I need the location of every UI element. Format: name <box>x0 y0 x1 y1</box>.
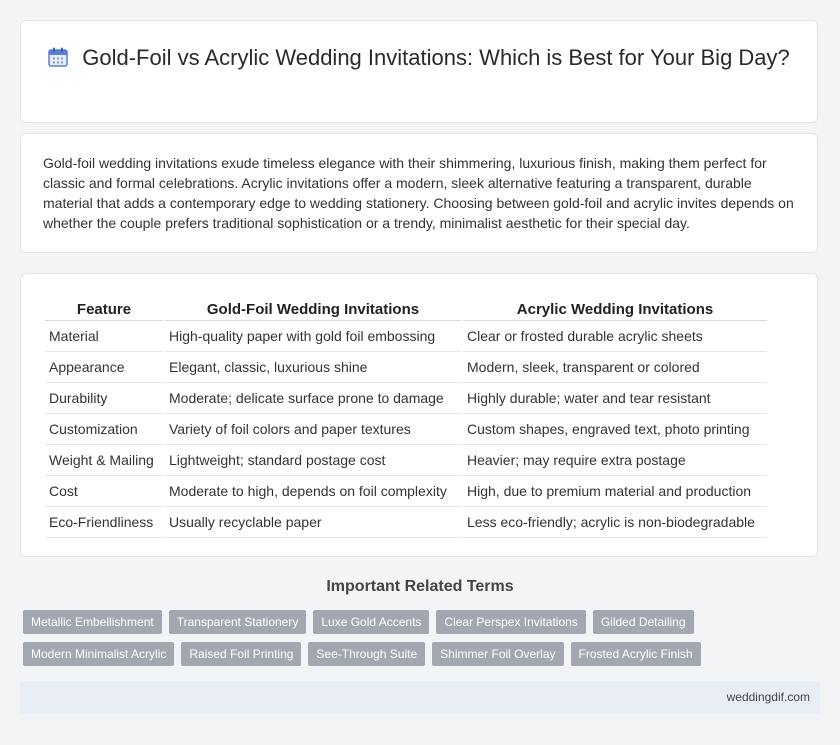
title-card: Gold-Foil vs Acrylic Wedding Invitations… <box>20 20 818 123</box>
row-gold-foil: Elegant, classic, luxurious shine <box>165 352 461 383</box>
footer: weddingdif.com <box>20 681 820 714</box>
row-acrylic: High, due to premium material and produc… <box>463 476 767 507</box>
row-feature: Cost <box>45 476 163 507</box>
related-terms-title: Important Related Terms <box>326 578 514 595</box>
footer-site-link[interactable]: weddingdif.com <box>727 690 810 704</box>
related-terms-tags: Metallic Embellishment Transparent Stati… <box>23 610 823 674</box>
intro-card: Gold-foil wedding invitations exude time… <box>20 133 818 253</box>
row-feature: Appearance <box>45 352 163 383</box>
row-acrylic: Custom shapes, engraved text, photo prin… <box>463 414 767 445</box>
related-term-tag[interactable]: Shimmer Foil Overlay <box>432 642 564 666</box>
related-term-tag[interactable]: See-Through Suite <box>308 642 426 666</box>
row-acrylic: Heavier; may require extra postage <box>463 445 767 476</box>
table-header-row: Feature Gold-Foil Wedding Invitations Ac… <box>45 298 767 321</box>
row-gold-foil: Moderate; delicate surface prone to dama… <box>165 383 461 414</box>
related-term-tag[interactable]: Transparent Stationery <box>168 610 307 634</box>
row-feature: Eco-Friendliness <box>45 507 163 538</box>
related-term-tag[interactable]: Gilded Detailing <box>592 610 694 634</box>
related-term-tag[interactable]: Luxe Gold Accents <box>313 610 430 634</box>
header-acrylic: Acrylic Wedding Invitations <box>463 298 767 321</box>
comparison-card: Feature Gold-Foil Wedding Invitations Ac… <box>20 273 818 557</box>
table-row: Weight & Mailing Lightweight; standard p… <box>45 445 767 476</box>
row-gold-foil: Usually recyclable paper <box>165 507 461 538</box>
related-term-tag[interactable]: Modern Minimalist Acrylic <box>23 642 175 666</box>
row-gold-foil: Variety of foil colors and paper texture… <box>165 414 461 445</box>
intro-paragraph: Gold-foil wedding invitations exude time… <box>43 155 794 231</box>
row-acrylic: Modern, sleek, transparent or colored <box>463 352 767 383</box>
page-title: Gold-Foil vs Acrylic Wedding Invitations… <box>82 45 790 70</box>
row-feature: Weight & Mailing <box>45 445 163 476</box>
table-row: Material High-quality paper with gold fo… <box>45 321 767 352</box>
row-acrylic: Highly durable; water and tear resistant <box>463 383 767 414</box>
table-row: Appearance Elegant, classic, luxurious s… <box>45 352 767 383</box>
related-term-tag[interactable]: Raised Foil Printing <box>181 642 302 666</box>
row-feature: Material <box>45 321 163 352</box>
row-acrylic: Clear or frosted durable acrylic sheets <box>463 321 767 352</box>
table-row: Durability Moderate; delicate surface pr… <box>45 383 767 414</box>
related-term-tag[interactable]: Clear Perspex Invitations <box>436 610 586 634</box>
row-feature: Durability <box>45 383 163 414</box>
row-gold-foil: Lightweight; standard postage cost <box>165 445 461 476</box>
header-gold-foil: Gold-Foil Wedding Invitations <box>165 298 461 321</box>
tag-row: Modern Minimalist Acrylic Raised Foil Pr… <box>23 642 823 666</box>
related-term-tag[interactable]: Frosted Acrylic Finish <box>570 642 701 666</box>
related-term-tag[interactable]: Metallic Embellishment <box>23 610 162 634</box>
table-row: Eco-Friendliness Usually recyclable pape… <box>45 507 767 538</box>
table-row: Cost Moderate to high, depends on foil c… <box>45 476 767 507</box>
row-gold-foil: Moderate to high, depends on foil comple… <box>165 476 461 507</box>
row-gold-foil: High-quality paper with gold foil emboss… <box>165 321 461 352</box>
header-feature: Feature <box>45 298 163 321</box>
tag-row: Metallic Embellishment Transparent Stati… <box>23 610 823 634</box>
row-feature: Customization <box>45 414 163 445</box>
comparison-table: Feature Gold-Foil Wedding Invitations Ac… <box>43 298 769 538</box>
table-row: Customization Variety of foil colors and… <box>45 414 767 445</box>
row-acrylic: Less eco-friendly; acrylic is non-biodeg… <box>463 507 767 538</box>
